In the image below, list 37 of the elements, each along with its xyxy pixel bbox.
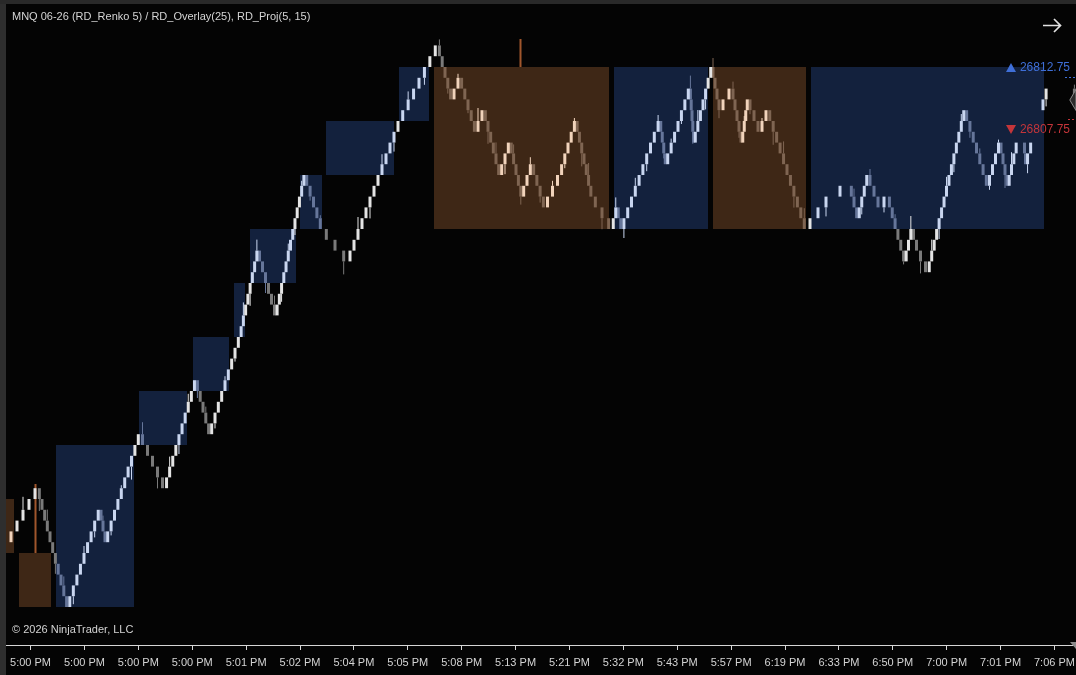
time-label: 5:57 PM <box>710 655 752 669</box>
price-level-line <box>1064 77 1076 78</box>
time-label: 5:13 PM <box>495 655 537 669</box>
time-label: 5:00 PM <box>63 655 105 669</box>
time-label: 5:00 PM <box>171 655 213 669</box>
time-label: 5:00 PM <box>117 655 159 669</box>
time-label: 7:06 PM <box>1034 655 1075 669</box>
price-label: 26807.75 <box>1019 122 1070 136</box>
time-label: 5:02 PM <box>279 655 321 669</box>
time-label: 5:43 PM <box>656 655 698 669</box>
time-label: 5:05 PM <box>387 655 429 669</box>
time-label: 6:19 PM <box>764 655 806 669</box>
range-box <box>6 499 14 553</box>
range-box <box>326 121 394 175</box>
arrow-right-icon[interactable] <box>1042 18 1062 33</box>
time-label: 5:00 PM <box>10 655 52 669</box>
time-label: 6:33 PM <box>818 655 860 669</box>
triangle-up-icon <box>1005 62 1016 72</box>
time-label: 5:32 PM <box>602 655 644 669</box>
range-box <box>19 553 51 607</box>
range-box <box>139 391 187 445</box>
time-label: 7:00 PM <box>926 655 968 669</box>
time-label: 6:50 PM <box>872 655 914 669</box>
range-box <box>193 337 229 391</box>
price-marker-icon <box>1069 89 1076 111</box>
time-label: 5:01 PM <box>225 655 267 669</box>
price-label: 26812.75 <box>1019 60 1070 74</box>
price-level-line <box>1067 119 1076 120</box>
time-label: 5:04 PM <box>333 655 375 669</box>
time-label: 7:01 PM <box>980 655 1022 669</box>
copyright-text: © 2026 NinjaTrader, LLC <box>12 622 134 636</box>
axis-end-marker-icon <box>1070 642 1076 649</box>
chart-title: MNQ 06-26 (RD_Renko 5) / RD_Overlay(25), RD_Proj(5, 15) <box>12 9 311 23</box>
marker-line <box>519 39 522 67</box>
time-label: 5:08 PM <box>441 655 483 669</box>
triangle-down-icon <box>1005 124 1016 134</box>
time-label: 5:21 PM <box>548 655 590 669</box>
